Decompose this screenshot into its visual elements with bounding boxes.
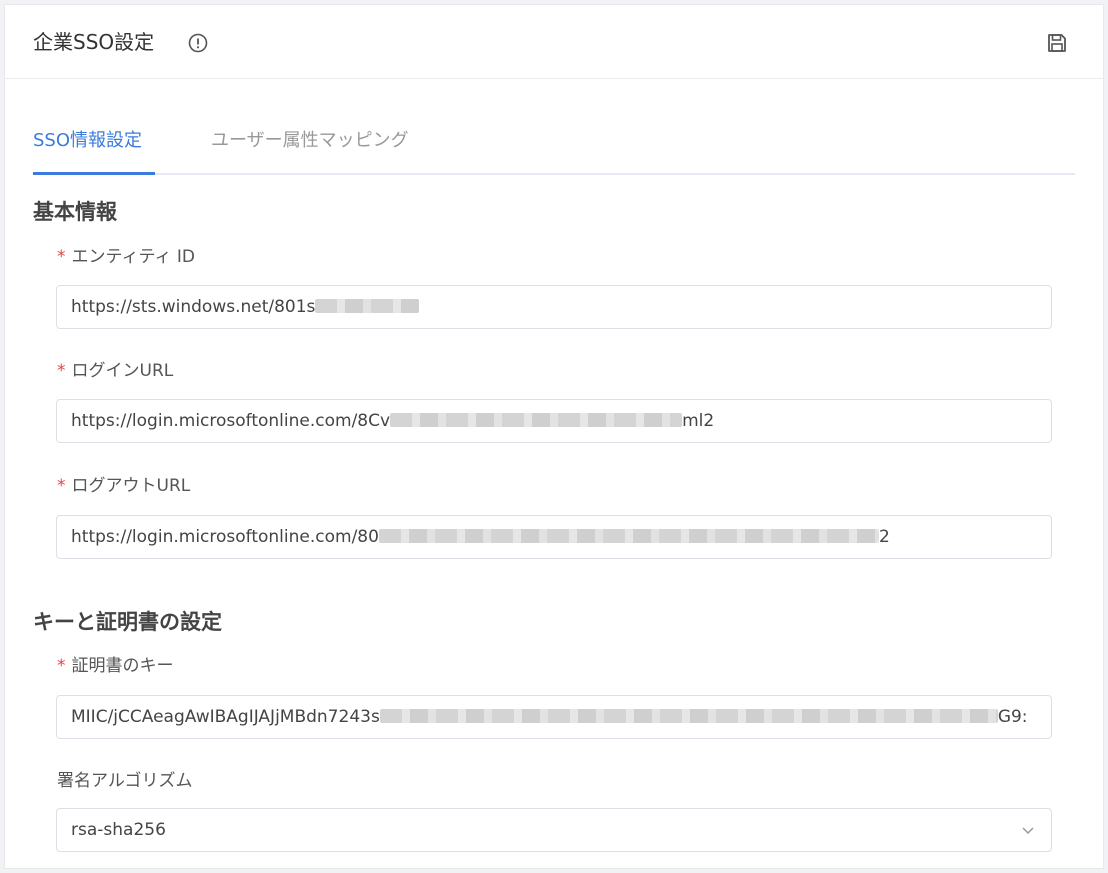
cert-key-input[interactable]: MIIC/jCCAeagAwIBAgIJAJjMBdn7243s G9:: [56, 695, 1052, 739]
page-title: 企業SSO設定: [33, 30, 155, 54]
tab-bar: SSO情報設定 ユーザー属性マッピング: [33, 115, 1075, 175]
signature-algorithm-value: rsa-sha256: [71, 820, 166, 840]
sso-settings-panel: 企業SSO設定 SSO情報設定 ユーザー属性マッピング 基本情報 * エンティティ…: [4, 4, 1104, 869]
info-circle-icon[interactable]: [187, 32, 209, 54]
login-url-input[interactable]: https://login.microsoftonline.com/8Cv ml2: [56, 399, 1052, 443]
logout-url-label-text: ログアウトURL: [71, 476, 191, 496]
redacted-area: [390, 412, 683, 427]
entity-id-label: * エンティティ ID: [57, 246, 195, 268]
logout-url-value-suffix: 2: [878, 527, 890, 547]
panel-header: 企業SSO設定: [5, 5, 1103, 79]
entity-id-label-text: エンティティ ID: [71, 247, 195, 267]
cert-key-value-suffix: G9:: [997, 707, 1028, 727]
entity-id-input[interactable]: https://sts.windows.net/801s: [56, 285, 1052, 329]
login-url-label: * ログインURL: [57, 360, 173, 382]
required-mark: *: [57, 361, 66, 381]
cert-key-label: * 証明書のキー: [57, 655, 174, 677]
tab-user-attribute-mapping[interactable]: ユーザー属性マッピング: [211, 129, 409, 153]
redacted-area: [379, 708, 998, 723]
login-url-value-suffix: ml2: [682, 411, 715, 431]
tab-sso-info[interactable]: SSO情報設定: [33, 129, 142, 153]
signature-algorithm-select[interactable]: rsa-sha256: [56, 808, 1052, 852]
cert-key-label-text: 証明書のキー: [71, 656, 174, 676]
logout-url-label: * ログアウトURL: [57, 475, 190, 497]
cert-key-value: MIIC/jCCAeagAwIBAgIJAJjMBdn7243s: [71, 707, 380, 727]
chevron-down-icon: [1022, 827, 1034, 835]
entity-id-value: https://sts.windows.net/801s: [71, 297, 316, 317]
signature-algorithm-label: 署名アルゴリズム: [57, 771, 193, 791]
logout-url-value: https://login.microsoftonline.com/80: [71, 527, 379, 547]
login-url-value: https://login.microsoftonline.com/8Cv: [71, 411, 391, 431]
section-basic-info-title: 基本情報: [33, 200, 117, 224]
redacted-area: [378, 528, 879, 543]
required-mark: *: [57, 476, 66, 496]
redacted-area: [315, 298, 420, 313]
required-mark: *: [57, 247, 66, 267]
required-mark: *: [57, 656, 66, 676]
save-icon[interactable]: [1045, 31, 1069, 55]
active-tab-indicator: [33, 172, 155, 175]
logout-url-input[interactable]: https://login.microsoftonline.com/80 2: [56, 515, 1052, 559]
section-key-cert-title: キーと証明書の設定: [33, 610, 222, 634]
login-url-label-text: ログインURL: [71, 361, 174, 381]
